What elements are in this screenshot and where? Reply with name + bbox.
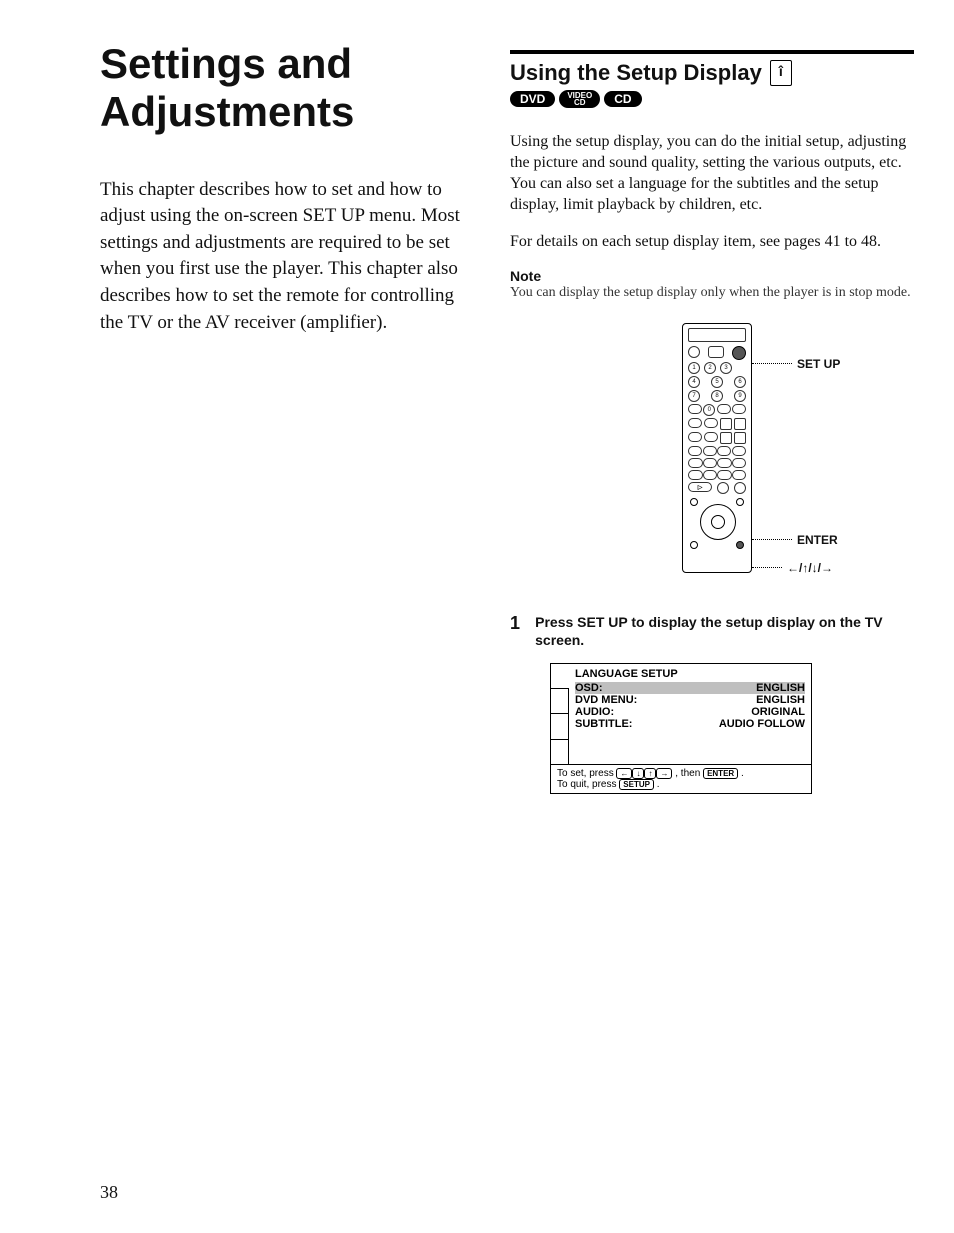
osd-row-label: AUDIO:: [575, 706, 614, 718]
kbd-enter-icon: ENTER: [703, 768, 738, 779]
section-heading: Using the Setup Display: [510, 60, 762, 86]
note-body: You can display the setup display only w…: [510, 284, 914, 302]
osd-row-label: SUBTITLE:: [575, 718, 632, 730]
callout-arrows: ←/↑/↓/→: [787, 561, 833, 575]
section-body-2: For details on each setup display item, …: [510, 232, 914, 253]
disc-type-badges: DVD VIDEO CD CD: [510, 90, 914, 108]
remote-diagram: 123 456 789 0 ▷: [562, 323, 862, 583]
osd-row-label: DVD MENU:: [575, 694, 637, 706]
osd-row-value: ENGLISH: [756, 682, 805, 694]
osd-row: OSD: ENGLISH: [575, 682, 805, 694]
section-body-1: Using the setup display, you can do the …: [510, 132, 914, 215]
kbd-right-icon: →: [656, 768, 672, 779]
chapter-intro: This chapter describes how to set and ho…: [100, 177, 470, 337]
dvd-badge: DVD: [510, 91, 555, 107]
osd-tabs: [551, 664, 569, 764]
kbd-setup-icon: SETUP: [619, 779, 654, 790]
osd-row-label: OSD:: [575, 682, 603, 694]
osd-row-value: AUDIO FOLLOW: [719, 718, 805, 730]
heading-rule: [510, 50, 914, 54]
osd-row: DVD MENU: ENGLISH: [575, 694, 805, 706]
power-button-icon: [732, 346, 746, 360]
cd-badge: CD: [604, 91, 641, 107]
dpad-icon: [688, 498, 746, 553]
osd-footer: To set, press ←↓↑→ , then ENTER . To qui…: [551, 764, 811, 793]
step-text: Press SET UP to display the setup displa…: [535, 613, 914, 649]
kbd-down-icon: ↓: [632, 768, 644, 779]
left-column: Settings and Adjustments This chapter de…: [100, 40, 470, 794]
note-heading: Note: [510, 268, 914, 284]
osd-row: SUBTITLE: AUDIO FOLLOW: [575, 718, 805, 730]
osd-title: LANGUAGE SETUP: [575, 668, 805, 680]
osd-row-value: ENGLISH: [756, 694, 805, 706]
remote-outline: 123 456 789 0 ▷: [682, 323, 752, 573]
remote-icon: î: [770, 60, 792, 86]
page-number: 38: [100, 1182, 118, 1203]
page-title: Settings and Adjustments: [100, 40, 470, 137]
osd-row: AUDIO: ORIGINAL: [575, 706, 805, 718]
right-column: Using the Setup Display î DVD VIDEO CD C…: [510, 40, 914, 794]
manual-page: Settings and Adjustments This chapter de…: [0, 0, 954, 1233]
step-number: 1: [510, 613, 525, 649]
video-cd-badge: VIDEO CD: [559, 90, 600, 108]
osd-screenshot: LANGUAGE SETUP OSD: ENGLISH DVD MENU: ENGLI…: [550, 663, 812, 794]
osd-row-value: ORIGINAL: [751, 706, 805, 718]
kbd-up-icon: ↑: [644, 768, 656, 779]
step-1: 1 Press SET UP to display the setup disp…: [510, 613, 914, 649]
callout-enter: ENTER: [797, 533, 838, 547]
kbd-left-icon: ←: [616, 768, 632, 779]
callout-setup: SET UP: [797, 357, 840, 371]
